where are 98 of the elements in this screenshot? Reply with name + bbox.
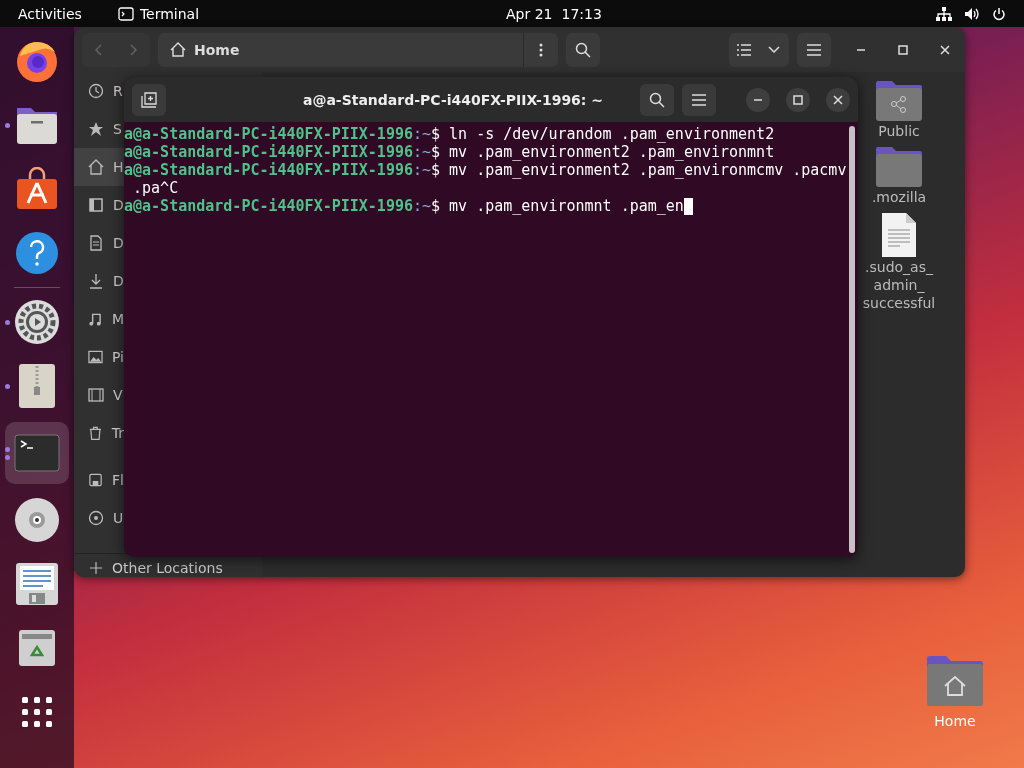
search-button[interactable] [640, 83, 674, 116]
shopping-bag-icon [15, 167, 59, 211]
minimize-button[interactable] [746, 87, 770, 112]
chevron-left-icon [95, 43, 103, 56]
maximize-button[interactable] [786, 87, 810, 112]
app-menu[interactable]: Terminal [139, 5, 200, 22]
music-icon [88, 311, 103, 327]
prompt-symbol: $ [431, 197, 441, 215]
chevron-right-icon [129, 43, 137, 56]
document-icon [88, 235, 104, 251]
sidebar-item[interactable]: S [74, 110, 124, 148]
minimize-icon [753, 98, 763, 101]
maximize-icon [793, 94, 803, 105]
terminal-icon [14, 434, 60, 472]
command-text: mv .pam_environmnt .pam_en [449, 197, 684, 215]
menu-icon [807, 43, 821, 56]
file-item[interactable]: Public [854, 80, 944, 140]
file-item[interactable]: .sudo_as_admin_successful [854, 212, 944, 312]
sidebar-item[interactable]: H [74, 148, 124, 186]
floppy-icon [88, 472, 104, 488]
sidebar-item[interactable]: V [74, 376, 124, 414]
disc-icon [88, 510, 104, 526]
path-bar[interactable]: Home [158, 32, 558, 67]
command-text: ln -s /dev/urandom .pam_environment2 [449, 125, 775, 143]
file-item[interactable]: .mozilla [854, 146, 944, 206]
search-button[interactable] [566, 32, 600, 67]
prompt-path: :~ [413, 161, 432, 179]
prompt-symbol: $ [431, 125, 441, 143]
desktop-icon [88, 197, 104, 213]
sidebar-item[interactable]: D [74, 186, 124, 224]
search-icon [649, 91, 665, 108]
folder-icon [875, 146, 923, 188]
picture-icon [88, 349, 103, 365]
sidebar-item[interactable]: M [74, 300, 124, 338]
trash-icon [88, 425, 103, 441]
prompt-path: :~ [413, 143, 432, 161]
volume-icon[interactable] [964, 6, 980, 21]
path-text: Home [194, 41, 240, 58]
command-text: mv .pam_environment2 .pam_environmnt [449, 143, 775, 161]
prompt-user-host: a@a-Standard-PC-i440FX-PIIX-1996 [124, 161, 413, 179]
home-icon [170, 42, 186, 57]
home-icon [88, 159, 104, 175]
activities-button[interactable]: Activities [0, 5, 100, 22]
dots-icon [539, 42, 543, 57]
sidebar-item[interactable]: Fl [74, 461, 124, 499]
floppy-text-icon [15, 562, 59, 606]
star-icon [88, 121, 104, 137]
menu-button[interactable] [682, 83, 716, 116]
search-icon [575, 41, 591, 58]
maximize-icon [898, 44, 908, 55]
menu-button[interactable] [797, 32, 831, 67]
sidebar-item[interactable]: Pi [74, 338, 124, 376]
recent-icon [88, 83, 104, 99]
plus-icon [90, 562, 102, 574]
close-button[interactable] [826, 87, 850, 112]
sidebar-item[interactable]: U [74, 499, 124, 537]
shared-folder-icon [875, 80, 923, 122]
running-indicator [5, 122, 10, 128]
document-icon [880, 212, 918, 258]
app-grid-icon [21, 696, 53, 728]
running-indicator [5, 383, 10, 389]
network-icon[interactable] [936, 6, 952, 21]
output-text: .pa^C [132, 179, 179, 197]
time-text[interactable]: 17:13 [561, 5, 602, 22]
prompt-user-host: a@a-Standard-PC-i440FX-PIIX-1996 [124, 143, 413, 161]
help-icon [15, 231, 59, 275]
sidebar-item[interactable]: R [74, 72, 124, 110]
video-icon [88, 387, 104, 403]
menu-icon [692, 93, 706, 106]
prompt-user-host: a@a-Standard-PC-i440FX-PIIX-1996 [124, 197, 413, 215]
prompt-symbol: $ [431, 161, 441, 179]
prompt-path: :~ [413, 125, 432, 143]
prompt-user-host: a@a-Standard-PC-i440FX-PIIX-1996 [124, 125, 413, 143]
zip-archive-icon [18, 363, 56, 409]
trash-icon [18, 629, 56, 667]
close-icon [833, 94, 843, 105]
disc-icon [14, 497, 60, 543]
sidebar-item[interactable]: Tr [74, 414, 124, 452]
minimize-icon [856, 48, 866, 51]
command-text: mv .pam_environment2 .pam_environmcmv .pacmv [449, 161, 847, 179]
running-indicator [5, 319, 10, 325]
home-folder-icon [926, 655, 984, 707]
sidebar-item[interactable]: D [74, 262, 124, 300]
gear-icon [14, 299, 60, 345]
scroll-bar[interactable] [849, 126, 855, 553]
list-icon [736, 42, 752, 57]
new-tab-button[interactable] [132, 83, 166, 116]
new-tab-icon [141, 91, 157, 108]
date-text[interactable]: Apr 21 [506, 5, 553, 22]
download-icon [88, 273, 104, 289]
prompt-path: :~ [413, 197, 432, 215]
window-title: a@a-Standard-PC-i440FX-PIIX-1996: ~ [301, 91, 605, 108]
close-icon [940, 44, 950, 55]
terminal-icon [117, 6, 134, 21]
power-icon[interactable] [992, 6, 1006, 21]
sidebar-item[interactable]: D [74, 224, 124, 262]
prompt-symbol: $ [431, 143, 441, 161]
caret-icon [768, 45, 780, 54]
